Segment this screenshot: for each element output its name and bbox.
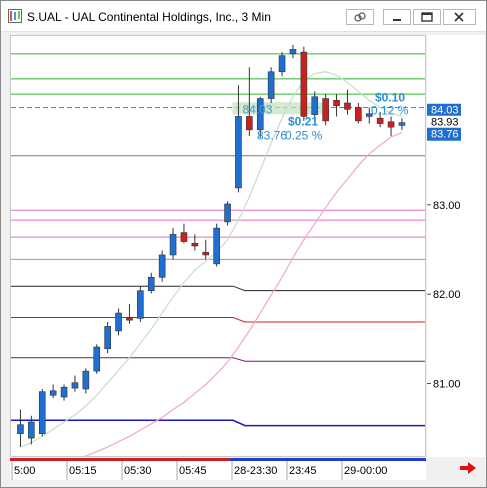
chart-app-icon	[8, 9, 22, 23]
candle-body-28	[322, 98, 329, 122]
candle-body-33	[376, 117, 384, 124]
candle-body-35	[398, 122, 406, 126]
candle-body-31	[355, 107, 362, 122]
candle-body-6	[82, 370, 90, 390]
candle-body-15	[180, 232, 188, 242]
time-tick-label-2: 05:30	[124, 465, 152, 477]
candle-body-29	[333, 100, 340, 107]
candle-body-2	[38, 391, 46, 434]
candle-body-5	[71, 382, 79, 389]
price-axis[interactable]: 83.00 82.00 81.00 84.03 83.93 83.76	[427, 35, 485, 457]
reference-level-line-11	[11, 357, 425, 362]
time-tick-label-5: 23:45	[289, 465, 317, 477]
candle-body-20	[235, 116, 242, 189]
minimize-icon	[393, 19, 401, 21]
last-change-pct-label: 0.12 %	[371, 103, 409, 117]
time-tick-label-0: 5:00	[14, 465, 35, 477]
candle-body-10	[126, 317, 133, 321]
candle-body-4	[60, 386, 68, 398]
candle-body-14	[169, 234, 177, 256]
move-base-price-label: 83.76	[257, 128, 287, 142]
restore-icon	[421, 12, 433, 22]
scroll-right-arrow-icon[interactable]	[459, 461, 477, 475]
candle-body-8	[104, 326, 111, 350]
candle-body-11	[137, 290, 144, 319]
candle-body-16	[191, 243, 199, 247]
candle-body-34	[387, 121, 395, 128]
candle-body-3	[49, 390, 57, 396]
chart-window: S.UAL - UAL Continental Holdings, Inc., …	[0, 0, 487, 488]
price-tick-label-2: 81.00	[433, 379, 461, 391]
candle-body-25	[289, 49, 297, 55]
reference-level-line-10	[11, 316, 425, 323]
candle-body-12	[147, 276, 155, 291]
price-tag-bottom-label: 83.76	[431, 129, 459, 141]
candle-body-9	[115, 312, 122, 332]
candle-body-7	[93, 346, 101, 372]
time-tick-label-4: 28-23:30	[234, 465, 277, 477]
price-axis-svg: 83.00 82.00 81.00 84.0383.9383.76	[427, 103, 461, 391]
link-icon	[354, 12, 366, 22]
move-pct-label: 0.25 %	[285, 128, 323, 142]
candle-body-19	[224, 203, 231, 223]
time-axis[interactable]: 5:00 05:15 05:30 05:45 28-23:30 23:45 29-00:00	[10, 458, 426, 480]
slow-moving-average-line	[20, 131, 403, 475]
candle-body-27	[311, 96, 319, 115]
plot-svg: 84.03 $0.2183.760.25 % $0.100.12 %	[11, 44, 425, 475]
candle-body-23	[267, 71, 275, 99]
last-change-label: $0.10	[375, 90, 405, 104]
price-tag-top-label: 84.03	[431, 105, 459, 117]
candle-body-1	[28, 421, 35, 439]
reference-level-line-12	[11, 419, 425, 427]
time-tick-label-6: 29-00:00	[344, 465, 387, 477]
candle-body-17	[202, 251, 210, 256]
candle-body-13	[158, 254, 166, 278]
time-tick-label-1: 05:15	[69, 465, 97, 477]
price-chart-plot[interactable]: 84.03 $0.21 83.76 0.25 % $0.10 0.12 %	[10, 35, 426, 475]
candle-body-21	[246, 116, 253, 131]
overlay-price-label: 84.03	[242, 102, 272, 116]
minimize-button[interactable]	[383, 9, 411, 25]
candle-body-30	[344, 102, 351, 110]
link-button[interactable]	[346, 9, 374, 25]
restore-button[interactable]	[413, 9, 441, 25]
price-tag-mid-label: 83.93	[431, 117, 459, 129]
candle-body-24	[278, 55, 286, 73]
price-tick-label-0: 83.00	[433, 200, 461, 212]
candle-body-26	[300, 51, 308, 117]
candle-body-0	[17, 424, 24, 434]
close-icon	[454, 12, 464, 22]
close-button[interactable]	[443, 9, 476, 25]
time-axis-svg: 5:00 05:15 05:30 05:45 28-23:30 23:45 29-00:00	[10, 458, 426, 480]
price-tick-label-1: 82.00	[433, 289, 461, 301]
candle-body-18	[213, 227, 220, 265]
move-change-label: $0.21	[288, 114, 318, 128]
reference-level-line-9	[11, 285, 425, 292]
session-bar-b	[230, 458, 426, 461]
time-tick-label-3: 05:45	[179, 465, 207, 477]
title-bar[interactable]: S.UAL - UAL Continental Holdings, Inc., …	[1, 1, 486, 32]
window-title: S.UAL - UAL Continental Holdings, Inc., …	[27, 10, 271, 24]
